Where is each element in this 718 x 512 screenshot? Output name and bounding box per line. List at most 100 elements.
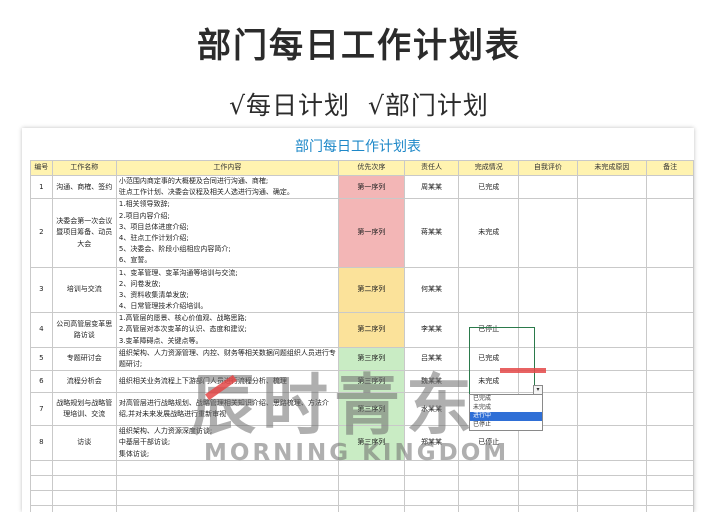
cell-task-content[interactable]: 对高管层进行战略规划、战略管理相关知识介绍、思路梳理、方法介 绍,并对未来发展战略…: [115, 392, 339, 427]
cell-self-evaluation[interactable]: [518, 174, 578, 200]
empty-cell[interactable]: [337, 474, 405, 491]
empty-cell[interactable]: [646, 459, 694, 476]
empty-cell[interactable]: [337, 459, 405, 476]
cell-task-content[interactable]: 小范围内商定事的大概梗及合同进行沟通、商榷; 驻点工作计划、决委会议程及相关人选进…: [115, 174, 339, 200]
cell-incomplete-reason[interactable]: [576, 266, 648, 314]
empty-cell[interactable]: [51, 504, 117, 512]
status-dropdown-list[interactable]: 已完成 未完成 进行中 已停止: [469, 394, 543, 431]
cell-number[interactable]: 3: [30, 266, 53, 314]
cell-incomplete-reason[interactable]: [576, 174, 648, 200]
empty-cell[interactable]: [115, 504, 339, 512]
cell-status[interactable]: 已完成: [458, 174, 520, 200]
empty-cell[interactable]: [518, 459, 578, 476]
cell-task-name[interactable]: 沟通、商榷、签约: [51, 174, 117, 200]
empty-cell[interactable]: [115, 459, 339, 476]
empty-cell[interactable]: [518, 474, 578, 491]
cell-number[interactable]: 8: [30, 425, 53, 461]
cell-priority[interactable]: 第二序列: [337, 312, 405, 348]
cell-number[interactable]: 7: [30, 392, 53, 427]
cell-task-content[interactable]: 1.相关领导致辞; 2.项目内容介绍; 3、项目总体进度介绍; 4、驻点工作计划介绍;…: [115, 198, 339, 268]
empty-cell[interactable]: [646, 474, 694, 491]
empty-cell[interactable]: [51, 474, 117, 491]
cell-owner[interactable]: 水某某: [403, 392, 460, 427]
cell-number[interactable]: 5: [30, 346, 53, 372]
empty-cell[interactable]: [337, 489, 405, 506]
cell-task-name[interactable]: 公司高管层变革思路访谈: [51, 312, 117, 348]
empty-cell[interactable]: [458, 459, 520, 476]
empty-cell[interactable]: [30, 459, 53, 476]
dropdown-option[interactable]: 已完成: [470, 395, 542, 404]
cell-incomplete-reason[interactable]: [576, 312, 648, 348]
cell-owner[interactable]: 蒋某某: [403, 198, 460, 268]
cell-priority[interactable]: 第三序列: [337, 346, 405, 372]
cell-owner[interactable]: 魏某某: [403, 370, 460, 394]
cell-priority[interactable]: 第三序列: [337, 392, 405, 427]
cell-incomplete-reason[interactable]: [576, 346, 648, 372]
cell-task-name[interactable]: 访谈: [51, 425, 117, 461]
cell-owner[interactable]: 吕某某: [403, 346, 460, 372]
cell-remarks[interactable]: [646, 346, 694, 372]
empty-cell[interactable]: [576, 459, 648, 476]
cell-priority[interactable]: 第三序列: [337, 370, 405, 394]
cell-self-evaluation[interactable]: [518, 425, 578, 461]
cell-incomplete-reason[interactable]: [576, 392, 648, 427]
empty-cell[interactable]: [646, 489, 694, 506]
empty-cell[interactable]: [458, 489, 520, 506]
cell-task-content[interactable]: 组织相关业务流程上下游部门人员进行流程分析、梳理: [115, 370, 339, 394]
cell-task-name[interactable]: 决委会第一次会议暨项目筹备、动员大会: [51, 198, 117, 268]
cell-task-name[interactable]: 培训与交流: [51, 266, 117, 314]
empty-cell[interactable]: [403, 459, 460, 476]
cell-task-content[interactable]: 1.高管层的愿景、核心价值观、战略思路; 2.高管层对本次变革的认识、态度和建议;…: [115, 312, 339, 348]
empty-cell[interactable]: [30, 489, 53, 506]
cell-remarks[interactable]: [646, 392, 694, 427]
empty-cell[interactable]: [458, 504, 520, 512]
cell-incomplete-reason[interactable]: [576, 198, 648, 268]
empty-cell[interactable]: [403, 474, 460, 491]
cell-task-name[interactable]: 专题研讨会: [51, 346, 117, 372]
cell-remarks[interactable]: [646, 312, 694, 348]
cell-incomplete-reason[interactable]: [576, 425, 648, 461]
cell-task-content[interactable]: 组织架构、人力资源管理、内控、财务等相关数据问题组织人员进行专 题研讨;: [115, 346, 339, 372]
dropdown-option[interactable]: 已停止: [470, 421, 542, 430]
empty-cell[interactable]: [115, 474, 339, 491]
cell-remarks[interactable]: [646, 370, 694, 394]
cell-number[interactable]: 2: [30, 198, 53, 268]
empty-cell[interactable]: [403, 504, 460, 512]
empty-cell[interactable]: [576, 489, 648, 506]
cell-self-evaluation[interactable]: [518, 198, 578, 268]
empty-cell[interactable]: [518, 504, 578, 512]
cell-priority[interactable]: 第一序列: [337, 174, 405, 200]
cell-priority[interactable]: 第二序列: [337, 266, 405, 314]
cell-incomplete-reason[interactable]: [576, 370, 648, 394]
empty-cell[interactable]: [646, 504, 694, 512]
empty-cell[interactable]: [115, 489, 339, 506]
empty-cell[interactable]: [403, 489, 460, 506]
cell-task-content[interactable]: 1、变革管理、变革沟通等培训与交流; 2、问卷发放; 3、资料收集清单发放; 4、日常…: [115, 266, 339, 314]
cell-remarks[interactable]: [646, 198, 694, 268]
empty-cell[interactable]: [30, 474, 53, 491]
cell-number[interactable]: 6: [30, 370, 53, 394]
cell-self-evaluation[interactable]: [518, 266, 578, 314]
cell-remarks[interactable]: [646, 266, 694, 314]
cell-remarks[interactable]: [646, 425, 694, 461]
cell-owner[interactable]: 李某某: [403, 312, 460, 348]
empty-cell[interactable]: [518, 489, 578, 506]
cell-status[interactable]: 未完成: [458, 198, 520, 268]
cell-remarks[interactable]: [646, 174, 694, 200]
empty-cell[interactable]: [51, 489, 117, 506]
cell-number[interactable]: 1: [30, 174, 53, 200]
empty-cell[interactable]: [337, 504, 405, 512]
cell-owner[interactable]: 何某某: [403, 266, 460, 314]
cell-task-name[interactable]: 流程分析会: [51, 370, 117, 394]
cell-status[interactable]: [458, 266, 520, 314]
cell-owner[interactable]: 郑某某: [403, 425, 460, 461]
cell-task-name[interactable]: 战略规划与战略管理培训、交流: [51, 392, 117, 427]
empty-cell[interactable]: [576, 504, 648, 512]
cell-task-content[interactable]: 组织架构、人力资源深度访谈; 中基层干部访谈; 集体访谈;: [115, 425, 339, 461]
cell-priority[interactable]: 第三序列: [337, 425, 405, 461]
empty-cell[interactable]: [576, 474, 648, 491]
cell-number[interactable]: 4: [30, 312, 53, 348]
cell-owner[interactable]: 周某某: [403, 174, 460, 200]
empty-cell[interactable]: [30, 504, 53, 512]
empty-cell[interactable]: [51, 459, 117, 476]
